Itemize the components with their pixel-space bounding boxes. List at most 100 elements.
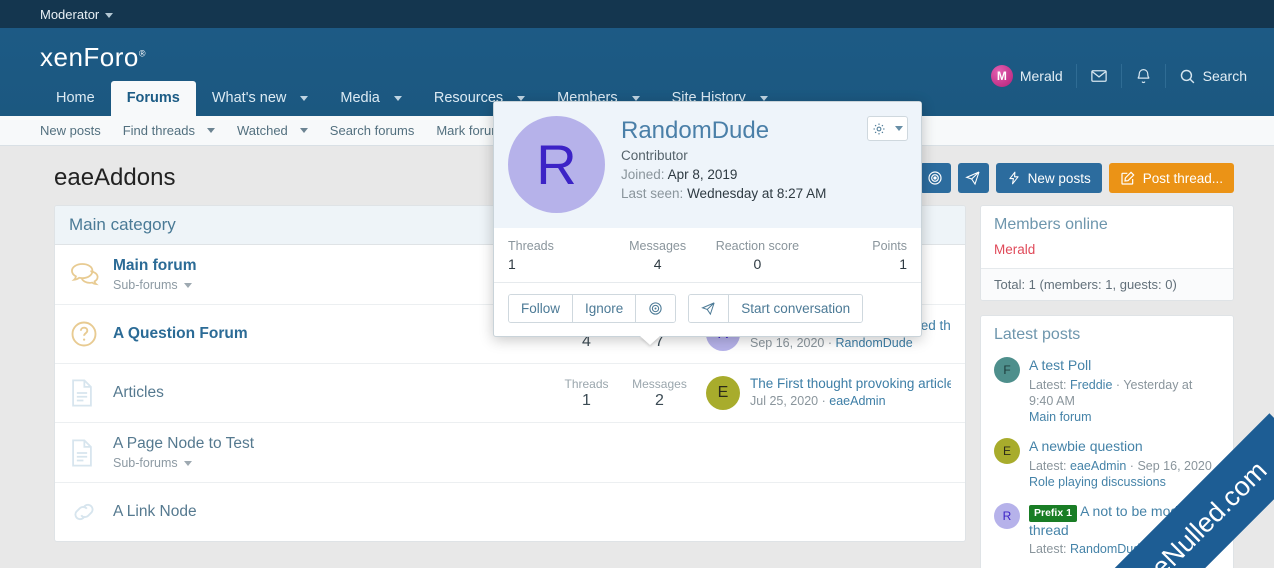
forum-title[interactable]: A Question Forum [113, 325, 550, 343]
meta-separator: · [827, 336, 833, 350]
avatar[interactable]: R [994, 502, 1020, 529]
chevron-down-icon [759, 95, 768, 101]
nav-item-whats-new[interactable]: What's new [196, 81, 325, 116]
latest-post-date: Sep 16, [1158, 542, 1202, 557]
chevron-down-icon [300, 95, 309, 101]
last-post-info: The First thought provoking article Jul … [750, 376, 951, 408]
profile-settings-button[interactable] [867, 116, 908, 141]
latest-post-node[interactable]: Main forum [1029, 410, 1220, 424]
new-posts-button[interactable]: New posts [995, 163, 1102, 193]
forum-row[interactable]: Articles Threads 1 Messages 2 E The Firs… [55, 364, 965, 423]
latest-post-title[interactable]: A newbie question [1029, 438, 1212, 456]
post-thread-button[interactable]: Post thread... [1108, 163, 1234, 193]
subnav-item-search-forums[interactable]: Search forums [319, 123, 426, 138]
latest-label: Latest: [1029, 458, 1067, 473]
latest-post-author[interactable]: Freddie [1070, 378, 1112, 392]
page-title: eaeAddons [54, 164, 176, 191]
forum-stats: Threads 1 Messages 2 [550, 377, 696, 410]
site-logo-text: xenForo [40, 42, 139, 72]
subnav-label: Search forums [329, 123, 415, 138]
subnav-item-find-threads[interactable]: Find threads [112, 123, 226, 138]
site-logo[interactable]: xenForo® [40, 42, 146, 73]
search-label: Search [1202, 68, 1247, 84]
stat-label: Reaction score [715, 239, 800, 253]
members-online-list: Merald [981, 240, 1233, 268]
sub-forums-toggle[interactable]: Sub-forums [113, 456, 696, 470]
nav-item-media[interactable]: Media [324, 81, 418, 116]
chevron-down-icon [299, 128, 308, 133]
avatar[interactable]: E [706, 376, 740, 410]
new-posts-label: New posts [1027, 170, 1091, 186]
forum-info: A Page Node to Test Sub-forums [113, 435, 696, 470]
avatar[interactable]: E [994, 438, 1020, 464]
profile-stat-messages: Messages 4 [608, 239, 708, 272]
forum-title[interactable]: A Page Node to Test [113, 435, 696, 453]
watch-target-button[interactable] [636, 295, 676, 322]
avatar[interactable]: F [994, 357, 1020, 383]
sidebar: Members online Merald Total: 1 (members:… [980, 205, 1234, 568]
members-online-block: Members online Merald Total: 1 (members:… [980, 205, 1234, 301]
forum-title[interactable]: A Link Node [113, 503, 696, 521]
send-message-button[interactable] [689, 295, 730, 322]
nav-item-forums[interactable]: Forums [110, 81, 196, 116]
share-button[interactable] [957, 163, 989, 193]
moderator-menu[interactable]: Moderator [40, 7, 114, 22]
latest-post-title-row[interactable]: Prefix 1 A not to be moderated thread [1029, 503, 1220, 540]
subnav-item-new-posts[interactable]: New posts [40, 123, 112, 138]
target-icon [927, 170, 943, 186]
list-item[interactable]: E A newbie question Latest: eaeAdmin · S… [994, 433, 1220, 498]
account-menu[interactable]: M Merald [978, 58, 1076, 94]
forum-row[interactable]: A Page Node to Test Sub-forums [55, 423, 965, 483]
last-post-author[interactable]: RandomDude [836, 336, 913, 350]
list-item[interactable]: F A test Poll Latest: Freddie · Yesterda… [994, 352, 1220, 433]
watch-forum-button[interactable] [919, 163, 951, 193]
stat-value: 1 [899, 256, 907, 272]
meta-separator: · [1129, 458, 1134, 473]
subnav-item-watched[interactable]: Watched [226, 123, 319, 138]
member-profile-tooltip: R RandomDude Contributor Joined: Apr 8, … [493, 101, 922, 337]
start-conversation-button[interactable]: Start conversation [729, 295, 863, 322]
ignore-button[interactable]: Ignore [573, 295, 637, 322]
forum-row[interactable]: A Link Node [55, 483, 965, 541]
document-icon [69, 378, 113, 408]
latest-label: Latest: [1029, 542, 1067, 557]
latest-post-node[interactable]: Role playing discussions [1029, 475, 1212, 489]
nav-item-home[interactable]: Home [40, 81, 111, 116]
forum-title[interactable]: Articles [113, 384, 550, 402]
envelope-icon [1090, 67, 1108, 85]
nav-label: What's new [211, 90, 287, 106]
latest-post-author[interactable]: RandomDude [1070, 542, 1147, 556]
messages-stat: Messages 2 [623, 377, 696, 410]
list-item[interactable]: R Prefix 1 A not to be moderated thread … [994, 498, 1220, 567]
chevron-down-icon [393, 95, 402, 101]
sub-forums-label: Sub-forums [113, 278, 178, 292]
follow-ignore-group: Follow Ignore [508, 294, 677, 323]
inbox-button[interactable] [1077, 58, 1121, 94]
latest-post-author[interactable]: eaeAdmin [1070, 459, 1126, 473]
profile-username[interactable]: RandomDude [621, 118, 826, 143]
meta-separator: · [1115, 377, 1121, 392]
stat-label: Points [872, 239, 907, 253]
profile-actions: Follow Ignore Start conversation [494, 283, 921, 336]
members-online-title: Members online [994, 216, 1108, 233]
search-button[interactable]: Search [1166, 58, 1260, 94]
target-icon [648, 301, 663, 316]
meta-separator: · [1150, 542, 1155, 557]
last-post-title-row[interactable]: The First thought provoking article [750, 376, 951, 391]
alerts-button[interactable] [1122, 58, 1165, 94]
avatar[interactable]: R [508, 116, 605, 213]
nav-label: Forums [126, 90, 180, 106]
profile-stat-reaction-score: Reaction score 0 [708, 239, 808, 272]
online-user[interactable]: Merald [994, 242, 1220, 257]
last-post-author[interactable]: eaeAdmin [829, 394, 885, 408]
latest-posts-list: F A test Poll Latest: Freddie · Yesterda… [981, 350, 1233, 568]
follow-button[interactable]: Follow [509, 295, 574, 322]
profile-stat-threads: Threads 1 [508, 239, 608, 272]
chevron-down-icon [183, 461, 192, 467]
question-circle-icon [69, 319, 113, 349]
last-post-date: Jul 25, 2020 [750, 394, 819, 408]
chevron-down-icon [183, 283, 192, 289]
thread-prefix-badge[interactable]: Prefix 1 [1029, 504, 1077, 522]
latest-post-title[interactable]: A test Poll [1029, 357, 1220, 375]
latest-post-date: Sep 16, 2020 [1137, 458, 1212, 473]
